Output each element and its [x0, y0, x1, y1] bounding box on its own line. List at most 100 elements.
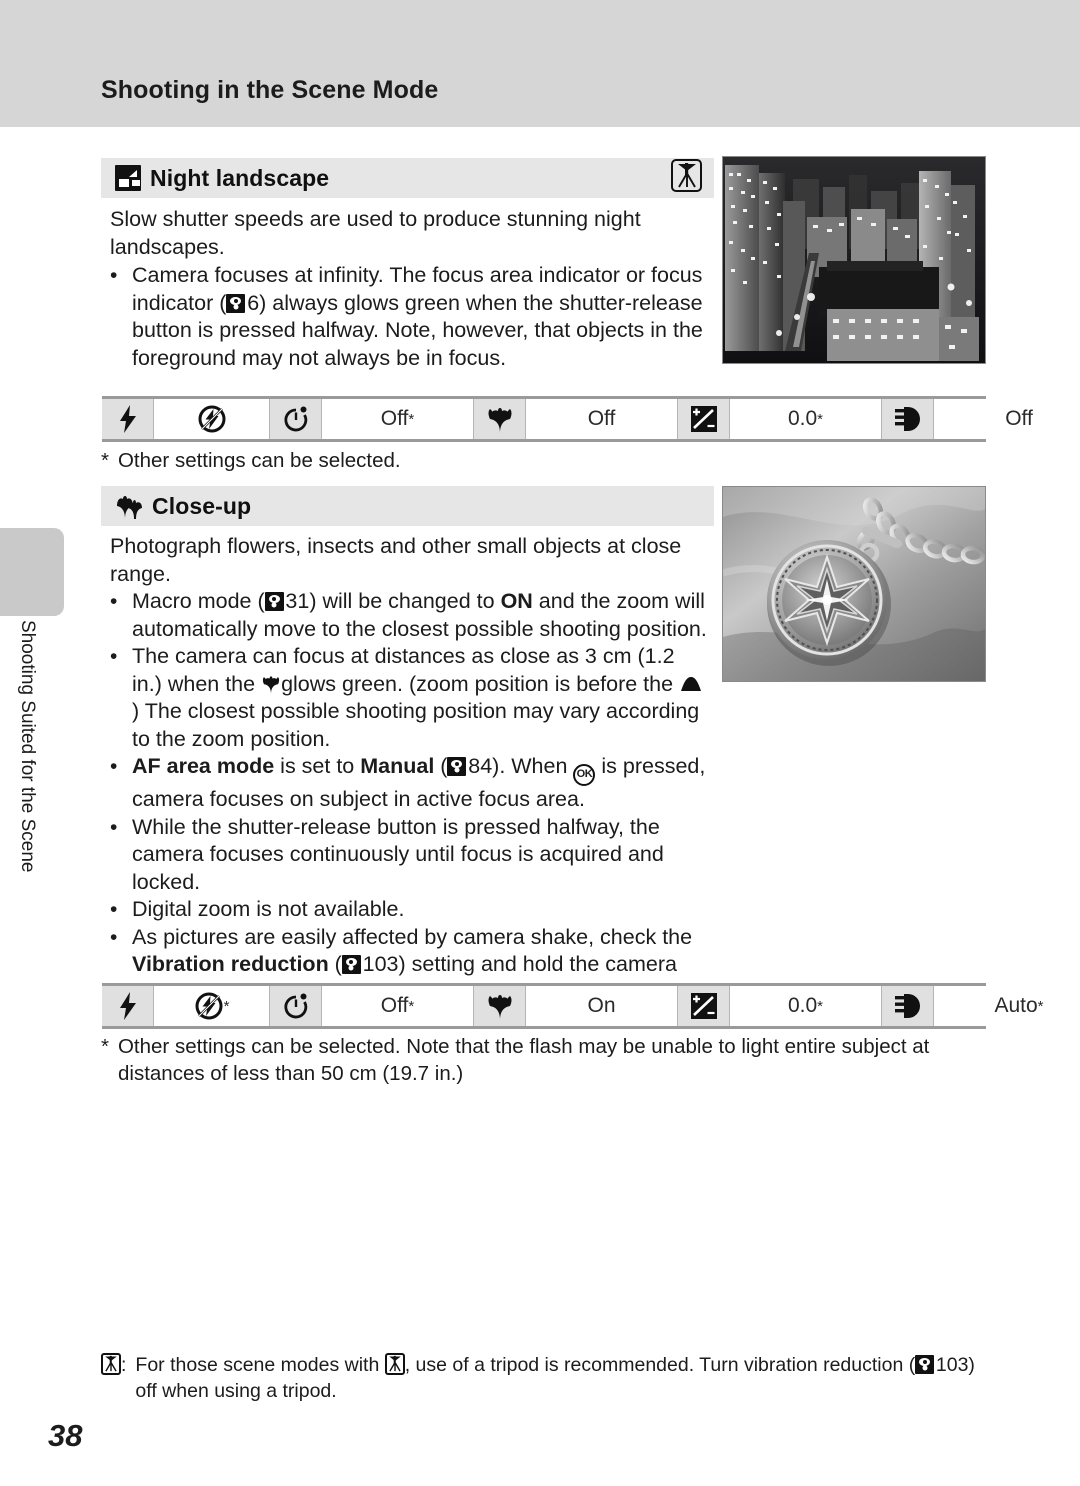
exposure-compensation-icon-cell [678, 986, 730, 1026]
section-intro: Photograph flowers, insects and other sm… [110, 534, 682, 586]
macro-mode-icon-cell [474, 399, 526, 439]
bullet-marker: • [110, 645, 118, 668]
macro-mode-value-cell: Off [526, 399, 678, 439]
footnote-marker: * [101, 1035, 109, 1058]
exposure-compensation-icon [690, 993, 717, 1019]
reference-book-icon [447, 757, 467, 776]
footnote-text: Other settings can be selected. Note tha… [117, 1035, 930, 1085]
wide-angle-icon [679, 676, 703, 692]
bullet-text: AF area mode is set to Manual ( 84). Whe… [132, 754, 706, 811]
exposure-compensation-value: 0.0 [787, 994, 818, 1017]
footnote-text: Other settings can be selected. [117, 449, 401, 472]
bullet-marker: • [110, 815, 118, 839]
page-header-band [0, 0, 1080, 127]
night-landscape-body: Slow shutter speeds are used to produce … [110, 206, 710, 372]
bullet-item: • The camera can focus at distances as c… [110, 643, 710, 753]
reference-book-icon [264, 592, 284, 611]
section-title: Night landscape [150, 164, 330, 191]
footnote-night-landscape: * Other settings can be selected. [101, 447, 701, 474]
bottom-tripod-note: : For those scene modes with , use of a … [101, 1352, 991, 1404]
macro-mode-value: Off [587, 407, 616, 430]
page-title: Shooting in the Scene Mode [101, 76, 439, 104]
white-balance-value: Auto [994, 994, 1038, 1017]
self-timer-value-sup: * [408, 997, 415, 1015]
exposure-compensation-value: 0.0 [787, 407, 818, 430]
bullet-item: • While the shutter-release button is pr… [110, 814, 710, 897]
white-balance-icon-cell [882, 399, 934, 439]
footnote-close-up: * Other settings can be selected. Note t… [101, 1033, 989, 1087]
flash-mode-value-sup: * [223, 997, 230, 1015]
bullet-item: • AF area mode is set to Manual ( 84). W… [110, 753, 710, 814]
exposure-compensation-icon [690, 406, 717, 432]
page-number: 38 [48, 1418, 83, 1453]
ok-button-icon: OK [573, 764, 596, 786]
white-balance-icon-cell [882, 986, 934, 1026]
exposure-compensation-icon-cell [678, 399, 730, 439]
bullet-text: Macro mode ( 31) will be changed to ON a… [132, 589, 707, 641]
tripod-note-text: For those scene modes with , use of a tr… [135, 1353, 975, 1402]
white-balance-value-sup: * [1037, 997, 1044, 1015]
exposure-compensation-value-cell: 0.0 * [730, 399, 882, 439]
bullet-item: • Macro mode ( 31) will be changed to ON… [110, 588, 710, 643]
white-balance-value-cell: Auto * [934, 986, 1080, 1026]
exposure-compensation-value-sup: * [817, 410, 824, 428]
bullet-marker: • [110, 264, 118, 287]
flash-mode-icon-cell [102, 399, 154, 439]
flash-off-icon [198, 405, 225, 433]
section-title: Close-up [152, 492, 252, 519]
reference-book-icon [226, 293, 246, 313]
bullet-marker: • [110, 590, 118, 613]
bullet-text: While the shutter-release button is pres… [132, 814, 664, 894]
flash-mode-value-cell [154, 399, 270, 439]
bullet-text: Camera focuses at infinity. The focus ar… [132, 263, 703, 370]
bullet-marker: • [110, 755, 118, 778]
white-balance-icon [894, 994, 920, 1018]
macro-mode-icon-cell [474, 986, 526, 1026]
bullet-item: • Digital zoom is not available. [110, 896, 710, 924]
exposure-compensation-value-cell: 0.0 * [730, 986, 882, 1026]
tripod-icon [384, 1353, 405, 1375]
self-timer-icon-cell [270, 986, 322, 1026]
settings-bar-close-up: * Off * On 0.0 * Auto * [102, 983, 1080, 1029]
tripod-note-marker-icon: : [101, 1352, 126, 1404]
macro-mode-value: On [587, 994, 616, 1017]
flash-icon [119, 405, 136, 433]
self-timer-icon [283, 993, 307, 1019]
chapter-tab-label: Shooting Suited for the Scene [17, 620, 38, 873]
white-balance-value: Off [1005, 407, 1033, 430]
night-cityscape-photo [722, 156, 986, 364]
bullet-text: The camera can focus at distances as clo… [132, 643, 710, 753]
macro-icon [261, 675, 281, 694]
flash-icon [119, 992, 136, 1020]
self-timer-value-sup: * [408, 410, 415, 428]
section-header-close-up: Close-up [101, 486, 714, 526]
reference-book-icon [915, 1355, 935, 1374]
flash-off-icon [195, 992, 223, 1020]
night-landscape-icon [115, 165, 141, 191]
flash-mode-value-cell: * [154, 986, 270, 1026]
bullet-item: • Camera focuses at infinity. The focus … [110, 262, 710, 372]
white-balance-icon [894, 407, 920, 431]
white-balance-value-cell: Off [934, 399, 1080, 439]
exposure-compensation-value-sup: * [817, 997, 824, 1015]
flash-mode-icon-cell [102, 986, 154, 1026]
settings-bar-night-landscape: Off * Off 0.0 * Off [102, 396, 1080, 442]
self-timer-value-cell: Off * [322, 986, 474, 1026]
self-timer-value: Off [380, 994, 409, 1017]
bullet-text: Digital zoom is not available. [132, 897, 405, 921]
macro-mode-value-cell: On [526, 986, 678, 1026]
tripod-note-colon: : [121, 1354, 127, 1376]
macro-icon [488, 994, 511, 1020]
self-timer-icon [283, 406, 307, 432]
section-intro: Slow shutter speeds are used to produce … [110, 207, 641, 259]
self-timer-value-cell: Off * [322, 399, 474, 439]
close-up-body: Photograph flowers, insects and other sm… [110, 533, 710, 1006]
self-timer-icon-cell [270, 399, 322, 439]
reference-book-icon [341, 955, 361, 974]
close-up-icon [115, 493, 143, 519]
close-up-pendant-photo [722, 486, 986, 682]
self-timer-value: Off [380, 407, 409, 430]
bullet-marker: • [110, 898, 118, 921]
chapter-tab-marker [0, 528, 64, 616]
tripod-note-ref-page: 103 [935, 1354, 969, 1376]
